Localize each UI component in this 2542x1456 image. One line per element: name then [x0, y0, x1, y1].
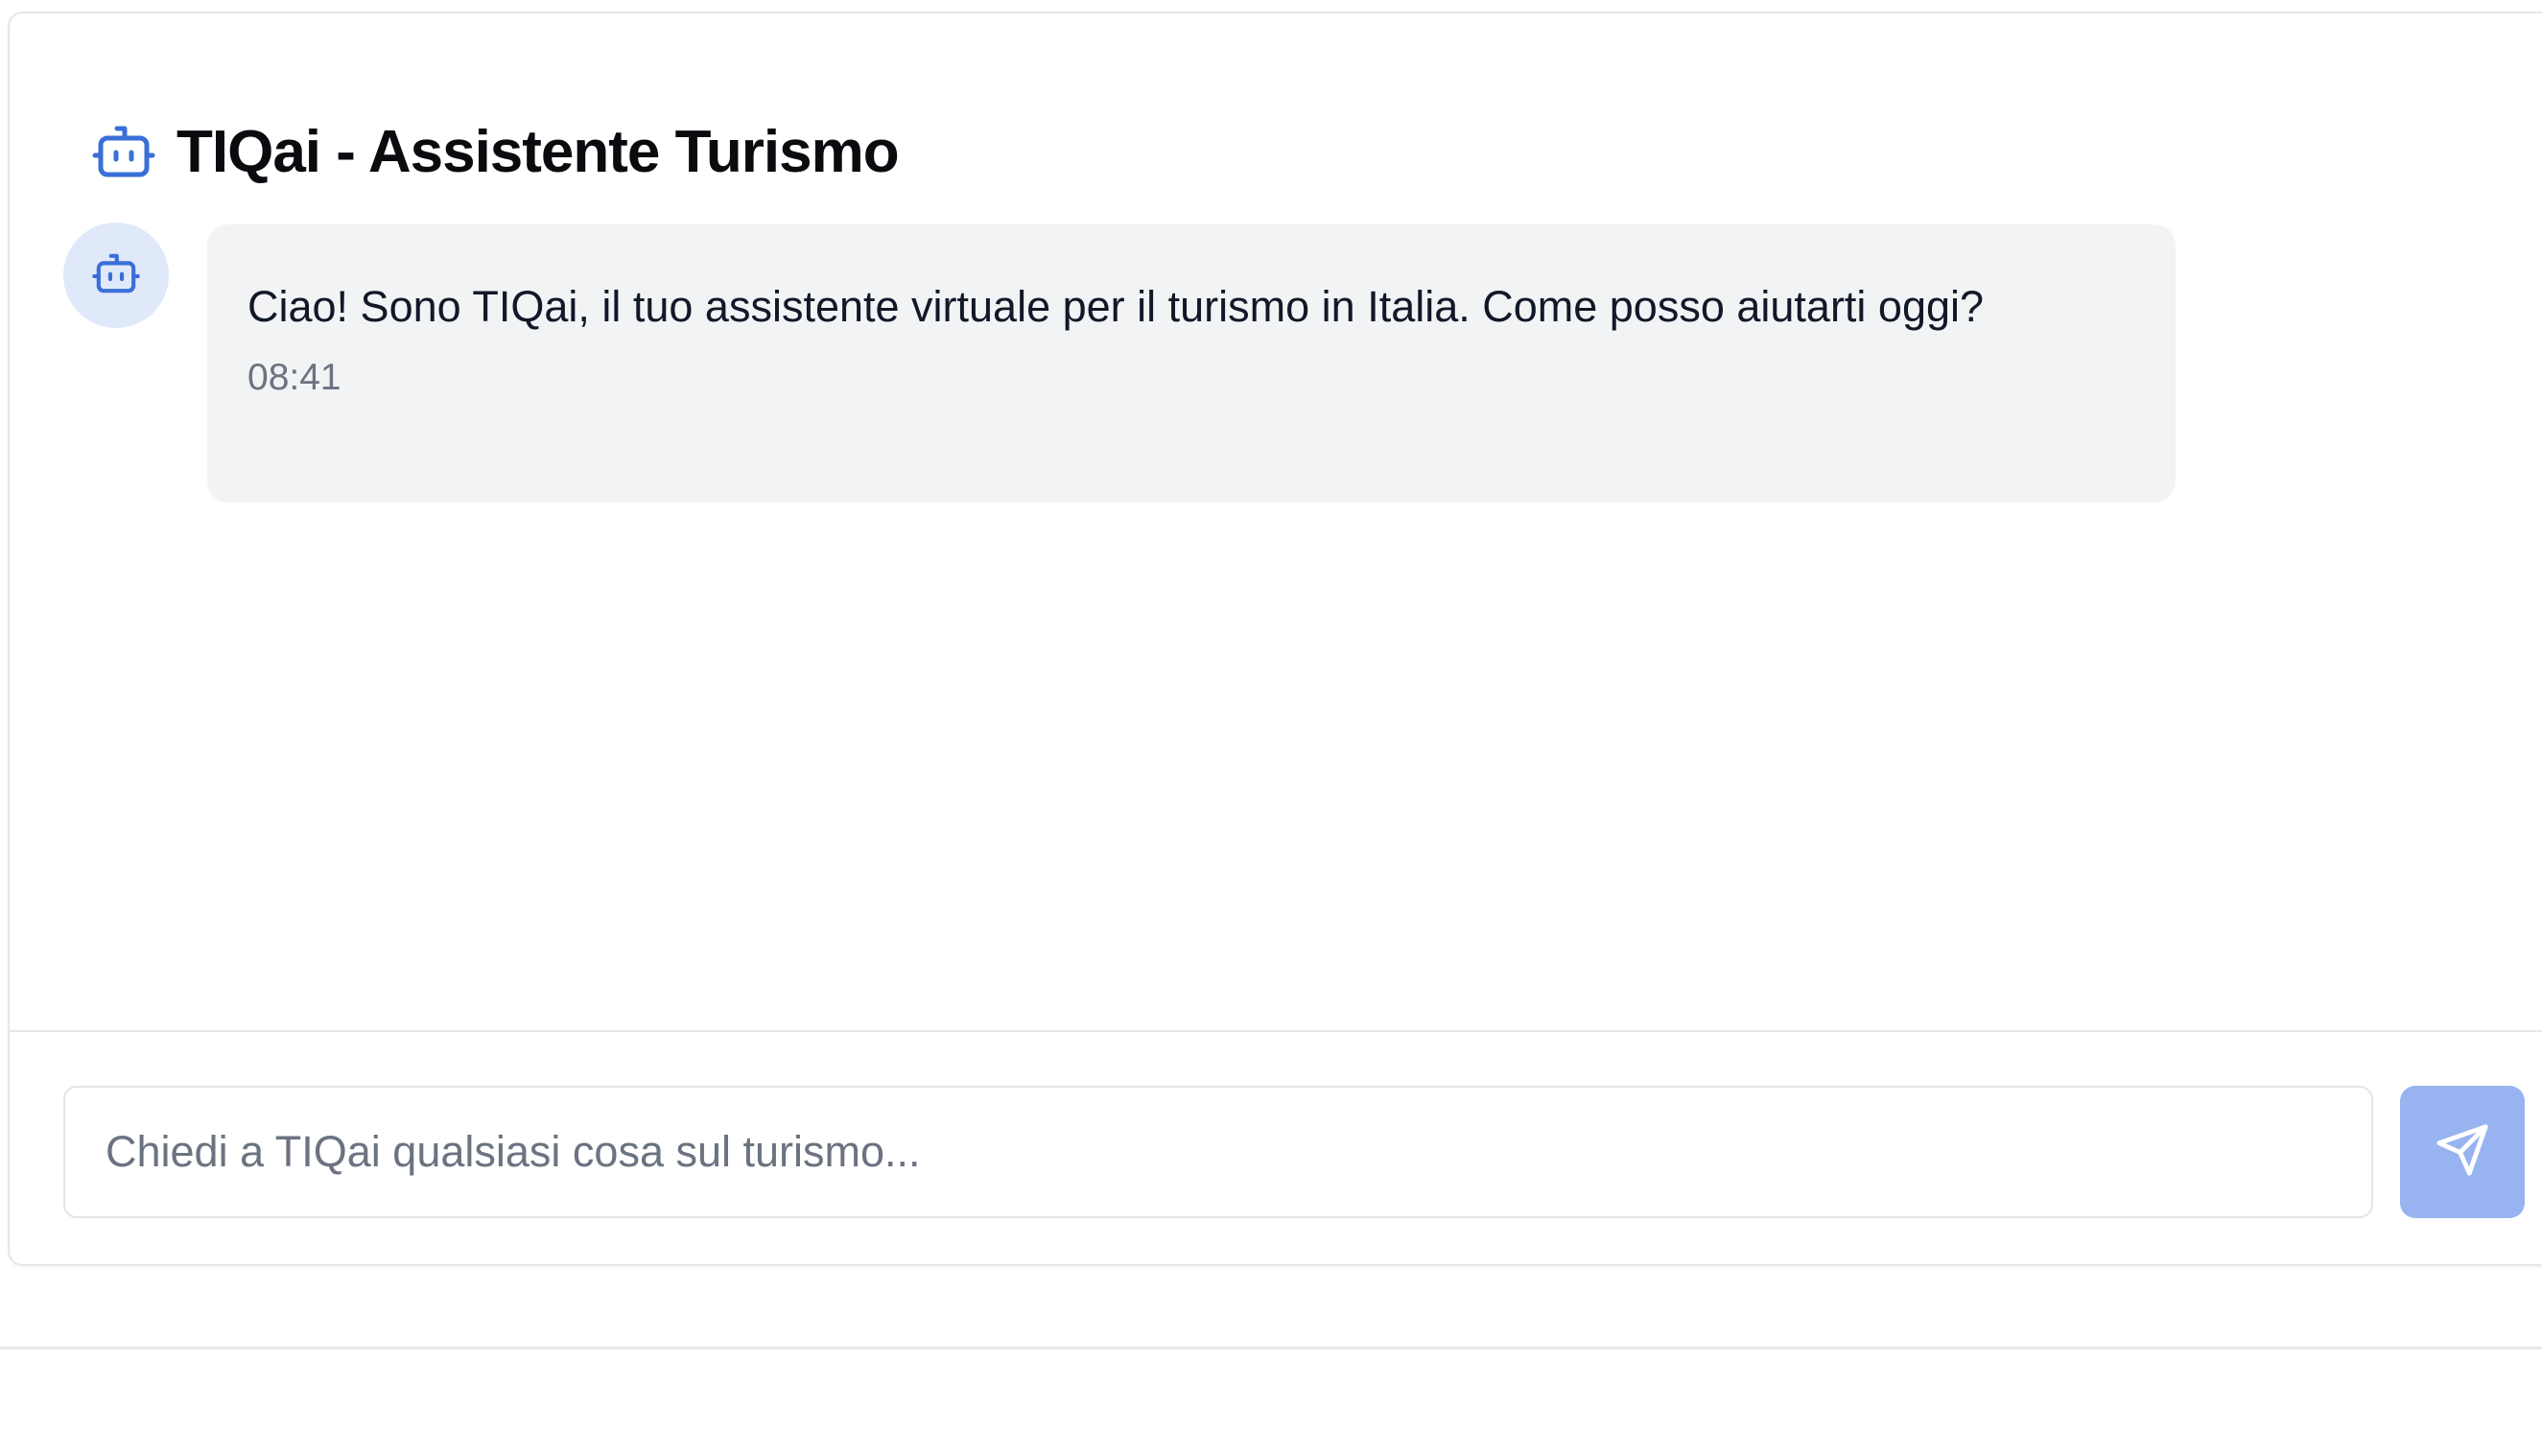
assistant-avatar — [63, 223, 169, 328]
message-input[interactable] — [65, 1088, 2371, 1216]
page-divider — [0, 1347, 2542, 1350]
message-timestamp: 08:41 — [247, 357, 341, 398]
chat-header: TIQai - Assistente Turismo — [90, 109, 900, 194]
bot-icon — [90, 118, 157, 185]
message-input-wrapper — [63, 1086, 2373, 1218]
assistant-message-bubble: Ciao! Sono TIQai, il tuo assistente virt… — [207, 224, 2176, 503]
chat-title: TIQai - Assistente Turismo — [177, 118, 900, 185]
send-icon — [2435, 1122, 2490, 1183]
bot-icon — [92, 251, 140, 300]
message-text: Ciao! Sono TIQai, il tuo assistente virt… — [247, 282, 1985, 331]
composer-divider — [10, 1030, 2542, 1032]
chat-panel: TIQai - Assistente Turismo Ciao! Sono TI… — [8, 12, 2542, 1266]
send-button[interactable] — [2400, 1086, 2525, 1218]
